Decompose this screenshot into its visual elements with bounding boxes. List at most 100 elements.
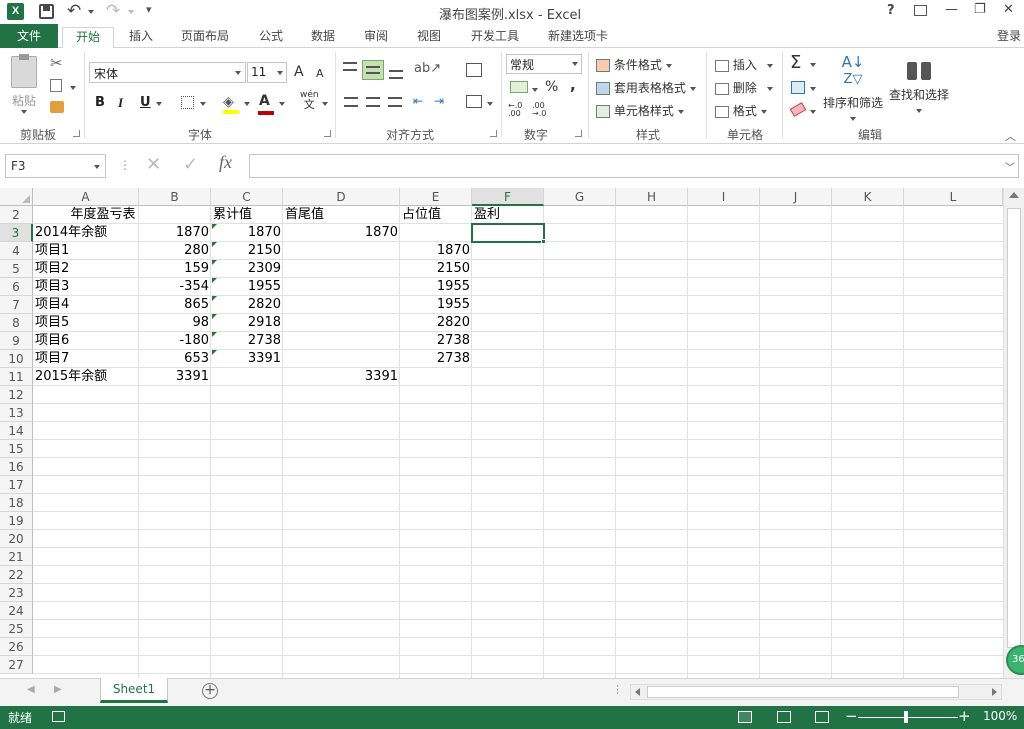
copy-icon[interactable] [50, 79, 62, 92]
row-header-9[interactable]: 9 [0, 332, 33, 350]
cell-b6[interactable]: -354 [139, 278, 211, 296]
cell-e3[interactable] [400, 224, 472, 242]
cell-d11[interactable]: 3391 [283, 368, 400, 386]
bold-button[interactable]: B [95, 95, 105, 110]
sheet-tab-sheet1[interactable]: Sheet1 [100, 678, 168, 703]
column-header-g[interactable]: G [544, 188, 616, 206]
fill-handle[interactable] [541, 239, 546, 244]
cell-d6[interactable] [283, 278, 400, 296]
cell-a6[interactable]: 项目3 [33, 278, 139, 296]
format-as-table-button[interactable]: 套用表格格式 [596, 79, 696, 96]
decrease-indent-icon[interactable]: ⇤ [413, 94, 423, 108]
cell-d5[interactable] [283, 260, 400, 278]
row-header-27[interactable]: 27 [0, 656, 33, 674]
paste-button[interactable]: 粘贴 [6, 54, 44, 116]
delete-cells-button[interactable]: 删除 [715, 79, 773, 96]
cell-c2[interactable]: 累计值 [211, 206, 283, 224]
column-header-d[interactable]: D [283, 188, 400, 206]
zoom-slider-thumb[interactable] [904, 711, 908, 723]
row-header-26[interactable]: 26 [0, 638, 33, 656]
align-middle-icon[interactable] [362, 60, 384, 80]
clipboard-launcher[interactable] [73, 130, 80, 137]
row-header-25[interactable]: 25 [0, 620, 33, 638]
formula-bar-handle[interactable]: ⋮ [119, 158, 131, 172]
column-header-l[interactable]: L [904, 188, 1003, 206]
decrease-decimal-button[interactable]: .00 →.0 [532, 102, 546, 118]
prev-sheet-icon[interactable]: ◀ [27, 684, 35, 695]
merge-center-icon[interactable] [466, 95, 482, 108]
row-header-18[interactable]: 18 [0, 494, 33, 512]
autosum-icon[interactable]: Σ [790, 52, 801, 73]
row-header-7[interactable]: 7 [0, 296, 33, 314]
column-header-h[interactable]: H [616, 188, 688, 206]
font-name-box[interactable]: 宋体 [89, 62, 246, 83]
cell-d9[interactable] [283, 332, 400, 350]
zoom-level[interactable]: 100% [983, 709, 1017, 723]
zoom-out-button[interactable]: − [845, 707, 858, 725]
cell-e9[interactable]: 2738 [400, 332, 472, 350]
scroll-right-icon[interactable] [992, 688, 997, 696]
row-header-23[interactable]: 23 [0, 584, 33, 602]
column-header-e[interactable]: E [400, 188, 472, 206]
redo-dropdown-icon[interactable] [128, 10, 134, 14]
cut-icon[interactable]: ✂ [50, 54, 63, 72]
cell-e8[interactable]: 2820 [400, 314, 472, 332]
column-header-i[interactable]: I [688, 188, 760, 206]
cell-c6[interactable]: 1955 [211, 278, 283, 296]
cell-b3[interactable]: 1870 [139, 224, 211, 242]
conditional-format-button[interactable]: 条件格式 [596, 56, 672, 73]
row-header-12[interactable]: 12 [0, 386, 33, 404]
cell-a2-title[interactable]: 年度盈亏表 [33, 206, 211, 224]
macro-record-icon[interactable] [52, 711, 65, 722]
close-button[interactable]: ✕ [1003, 2, 1014, 17]
increase-decimal-button[interactable]: ←.0.00 [508, 102, 522, 118]
cell-a11[interactable]: 2015年余额 [33, 368, 139, 386]
page-break-view-icon[interactable] [815, 711, 829, 723]
tab-home[interactable]: 开始 [62, 27, 114, 49]
cell-e10[interactable]: 2738 [400, 350, 472, 368]
row-header-2[interactable]: 2 [0, 206, 33, 224]
row-header-11[interactable]: 11 [0, 368, 33, 386]
cell-e7[interactable]: 1955 [400, 296, 472, 314]
align-top-icon[interactable] [343, 62, 357, 71]
customize-qat-icon[interactable]: ▾ [146, 3, 152, 16]
cell-c11[interactable] [211, 368, 283, 386]
page-layout-view-icon[interactable] [777, 711, 791, 723]
tab-view[interactable]: 视图 [408, 27, 450, 48]
tab-insert[interactable]: 插入 [120, 27, 162, 48]
align-left-icon[interactable] [344, 97, 358, 107]
cell-d8[interactable] [283, 314, 400, 332]
undo-icon[interactable]: ↶ [67, 1, 81, 21]
row-header-6[interactable]: 6 [0, 278, 33, 296]
ribbon-display-icon[interactable] [914, 5, 927, 16]
select-all-corner[interactable] [0, 188, 33, 206]
row-header-8[interactable]: 8 [0, 314, 33, 332]
cell-b9[interactable]: -180 [139, 332, 211, 350]
grow-font-button[interactable]: A [294, 64, 304, 80]
row-header-21[interactable]: 21 [0, 548, 33, 566]
cell-a10[interactable]: 项目7 [33, 350, 139, 368]
formula-input[interactable] [249, 154, 1019, 178]
cell-e5[interactable]: 2150 [400, 260, 472, 278]
expand-formula-icon[interactable]: ﹀ [1005, 159, 1015, 174]
column-header-j[interactable]: J [760, 188, 832, 206]
font-color-icon[interactable]: A [258, 93, 274, 115]
worksheet-grid[interactable]: ABCDEFGHIJKL 2 3 4 5 6 7 8 9 10 11 12 13 14 15 16 17 18 1… [0, 188, 1024, 678]
tab-developer[interactable]: 开发工具 [460, 27, 530, 48]
cell-styles-button[interactable]: 单元格样式 [596, 102, 684, 119]
font-launcher[interactable] [324, 130, 331, 137]
collapse-ribbon-icon[interactable]: ︿ [1005, 128, 1016, 144]
zoom-slider[interactable] [858, 711, 958, 723]
find-select-button[interactable]: 查找和选择 [887, 54, 951, 122]
align-right-icon[interactable] [388, 97, 402, 107]
cell-b8[interactable]: 98 [139, 314, 211, 332]
minimize-button[interactable]: — [945, 2, 958, 17]
increase-indent-icon[interactable]: ⇥ [434, 94, 444, 108]
sort-filter-button[interactable]: A↓ Z▽ 排序和筛选 [822, 54, 884, 122]
cell-c4[interactable]: 2150 [211, 242, 283, 260]
percent-button[interactable]: % [545, 79, 558, 95]
orientation-icon[interactable]: ab↗ [414, 61, 441, 76]
help-button[interactable]: ? [887, 3, 895, 18]
save-icon[interactable] [39, 4, 54, 19]
horizontal-scroll-thumb[interactable] [647, 686, 959, 698]
